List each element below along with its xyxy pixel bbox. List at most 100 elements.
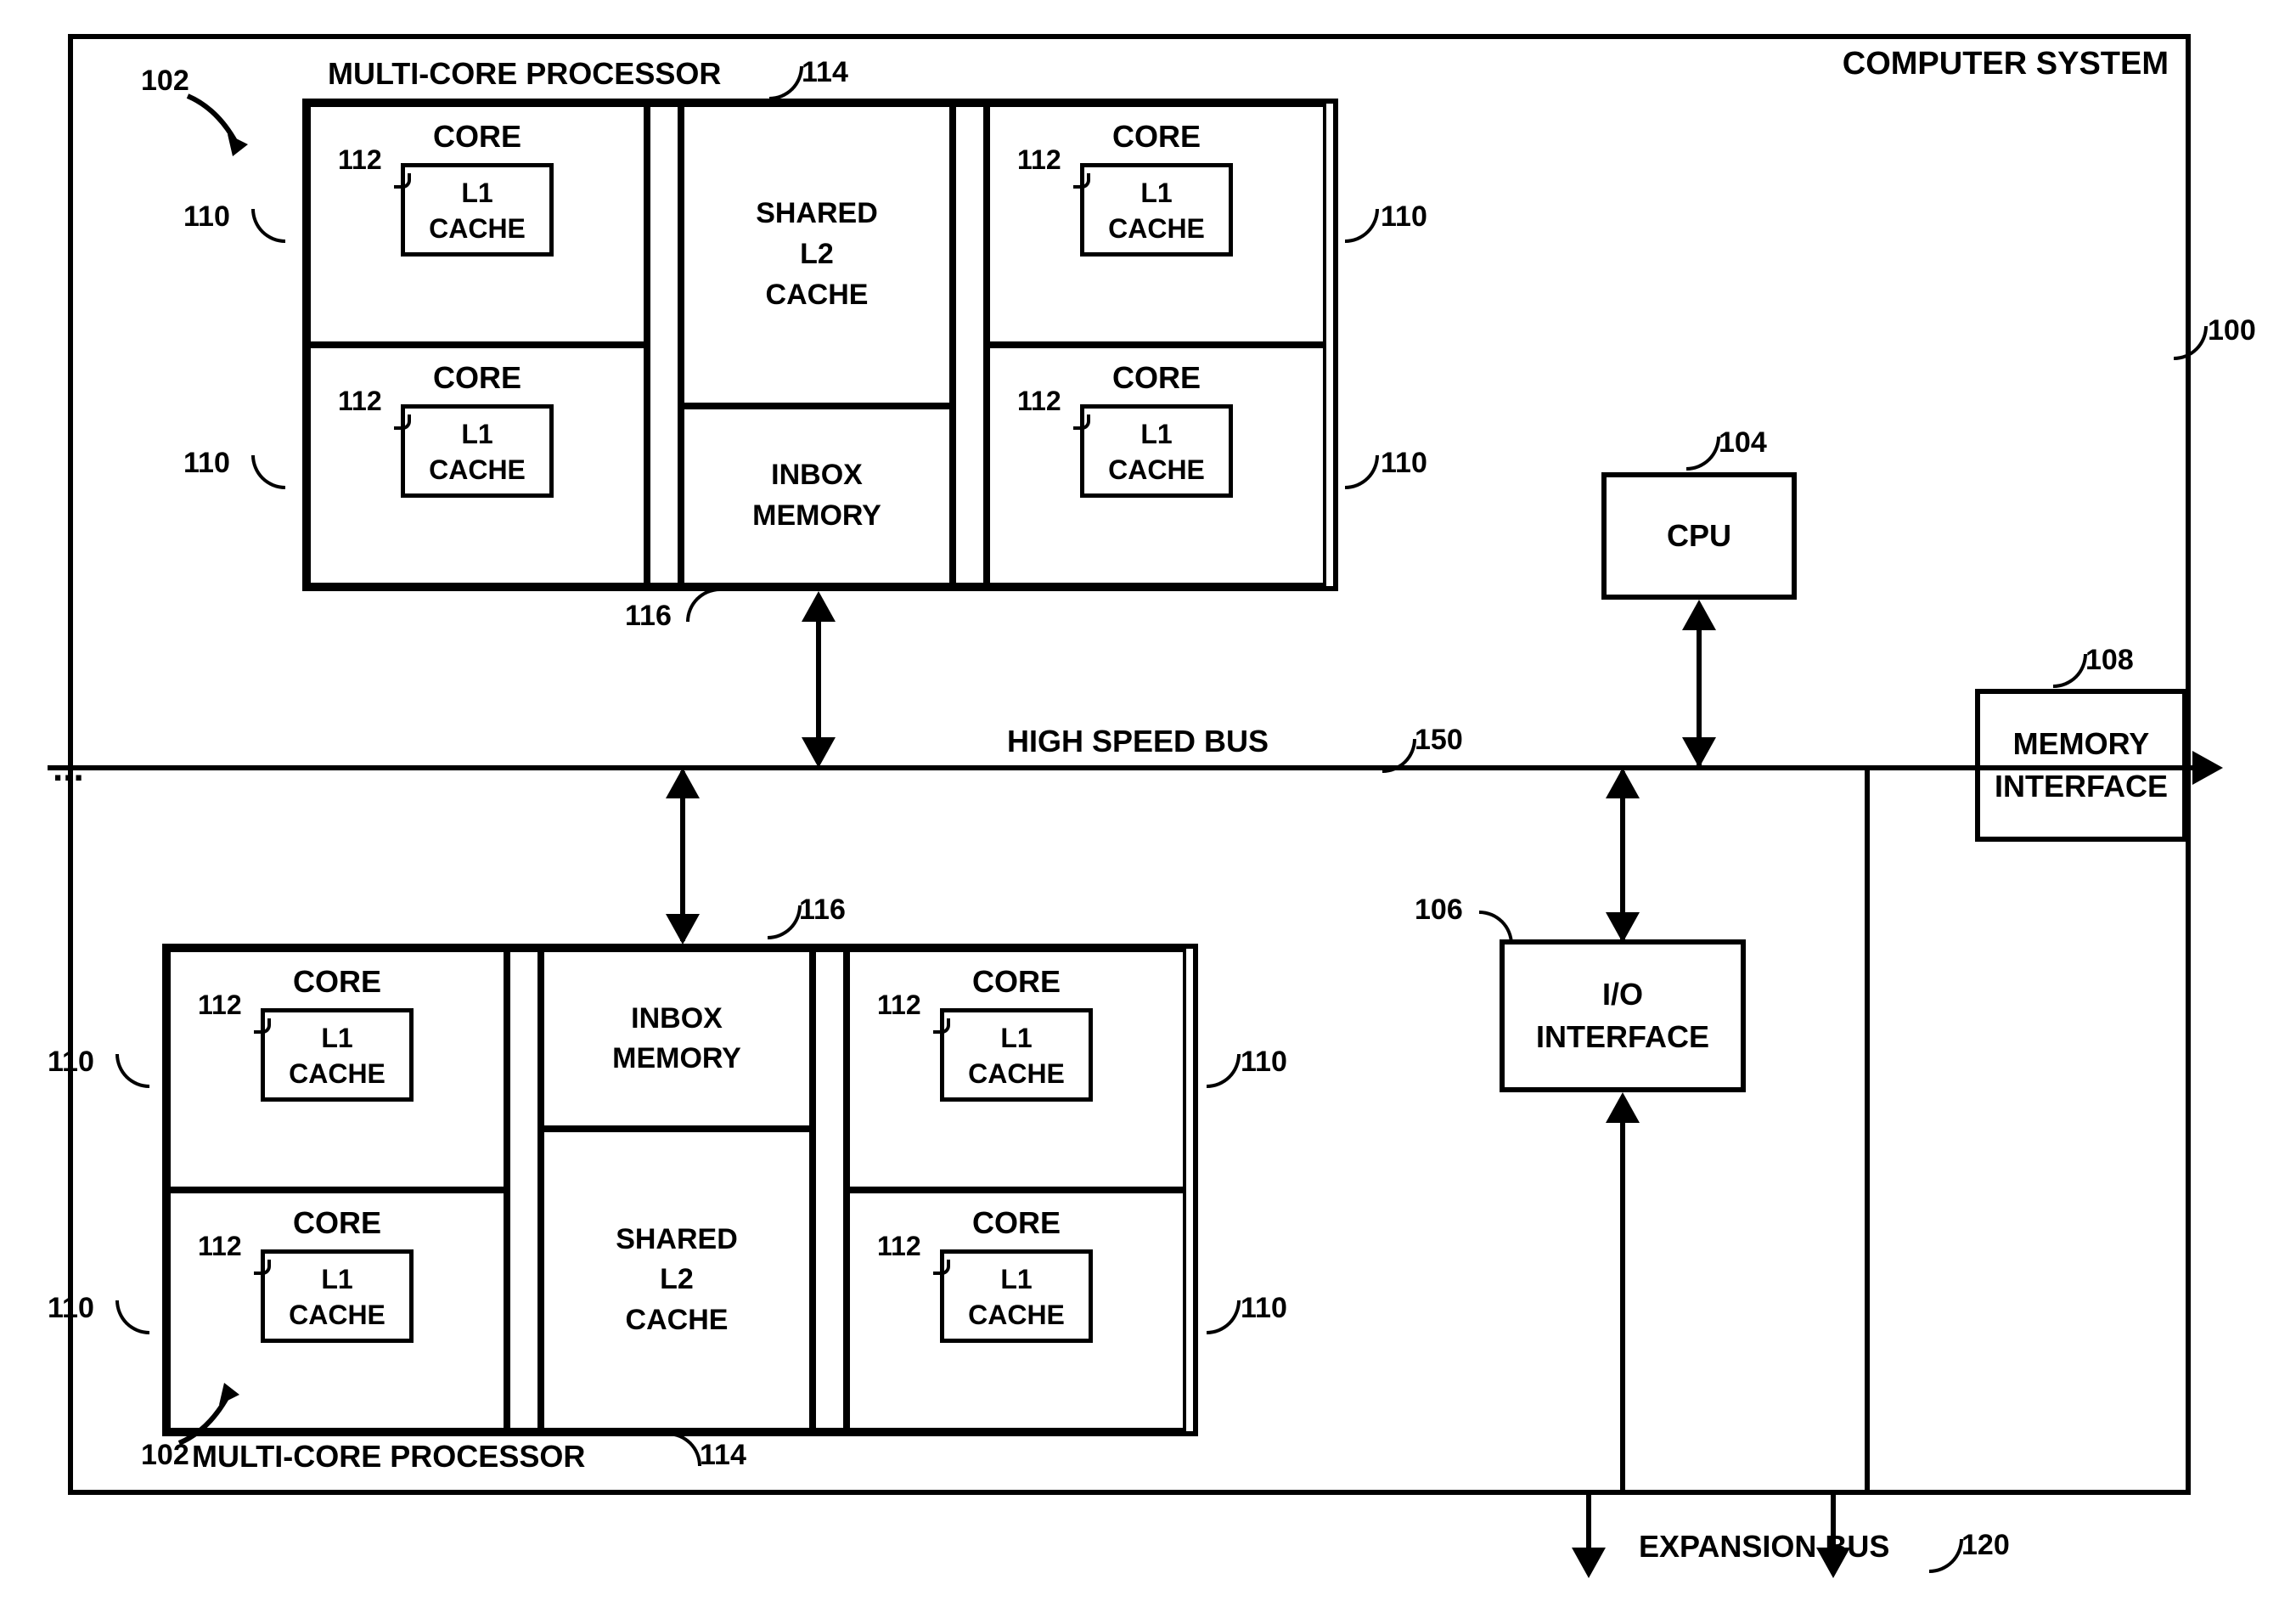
ref-100: 100 [2208,314,2256,347]
ref-112: 112 [1017,386,1061,417]
l1-cache-box: L1 CACHE [1080,404,1233,498]
proc-top-grid: CORE 112 L1 CACHE SHARED L2 CACHE INBOX … [307,104,1333,586]
core-box: CORE 112 L1 CACHE [847,949,1186,1190]
ref-116: 116 [625,600,672,633]
hook-icon [1479,911,1513,945]
proc-top-label: MULTI-CORE PROCESSOR [328,56,721,92]
hook-icon [251,209,285,243]
io-interface-box: I/O INTERFACE [1500,939,1746,1092]
curved-arrow-icon [175,1379,243,1447]
hook-icon [667,1432,701,1466]
hook-icon [1345,209,1379,243]
conn-io-down [1620,1097,1625,1495]
gap-col [813,949,847,1431]
hook-icon [768,905,802,939]
hook-icon [115,1300,149,1334]
proc-bot-label: MULTI-CORE PROCESSOR [192,1439,585,1475]
hook-icon [769,66,803,100]
l1-cache-box: L1 CACHE [401,163,554,257]
l2-cache-box: SHARED L2 CACHE [541,1129,813,1431]
inbox-memory-box: INBOX MEMORY [541,949,813,1129]
conn-sys-down [1865,770,1870,1495]
arrow-up-icon [1606,768,1640,798]
l1-cache-box: L1 CACHE [940,1249,1093,1343]
ref-112: 112 [198,1231,242,1262]
inbox-memory-box: INBOX MEMORY [681,406,953,586]
ref-114: 114 [802,56,848,89]
ref-114: 114 [700,1439,746,1472]
l2-label: SHARED L2 CACHE [756,194,878,315]
gap-col [647,104,681,586]
hook-icon [2174,326,2208,360]
hook-icon [1686,437,1720,471]
arrow-down-icon [802,737,836,768]
processor-bottom: CORE 112 L1 CACHE INBOX MEMORY SHARED L2… [162,944,1198,1436]
core-box: CORE 112 L1 CACHE [987,104,1326,345]
ref-112: 112 [338,144,382,176]
ref-110: 110 [48,1292,94,1325]
proc-bot-grid: CORE 112 L1 CACHE INBOX MEMORY SHARED L2… [167,949,1193,1431]
core-box: CORE 112 L1 CACHE [167,949,507,1190]
arrow-down-icon [1682,737,1716,768]
l2-label: SHARED L2 CACHE [616,1220,738,1341]
inbox-label: INBOX MEMORY [752,455,881,536]
l1-label: L1 CACHE [289,1023,385,1089]
ref-112: 112 [1017,144,1061,176]
ref-150: 150 [1415,724,1463,757]
ref-110: 110 [183,200,230,234]
ref-112: 112 [198,990,242,1021]
arrow-down-icon [1606,912,1640,943]
ref-108: 108 [2085,644,2134,677]
ref-104: 104 [1719,426,1767,460]
ref-106: 106 [1415,894,1463,927]
l1-cache-box: L1 CACHE [401,404,554,498]
mem-right-stub [2187,765,2206,770]
l1-label: L1 CACHE [429,419,526,485]
arrow-up-icon [1682,600,1716,630]
ref-110: 110 [1241,1046,1287,1079]
hook-icon [1345,455,1379,489]
arrow-down-icon [1572,1548,1606,1578]
mid-col-top: SHARED L2 CACHE INBOX MEMORY [681,104,953,586]
hook-icon [115,1054,149,1088]
ref-112: 112 [338,386,382,417]
ref-102: 102 [141,65,189,98]
gap-col [507,949,541,1431]
io-label: I/O INTERFACE [1536,973,1709,1059]
hook-icon [1207,1300,1241,1334]
expansion-bus-label: EXPANSION BUS [1639,1529,1889,1565]
ref-110: 110 [48,1046,94,1079]
core-box: CORE 112 L1 CACHE [307,104,647,345]
l1-label: L1 CACHE [968,1023,1065,1089]
ellipsis-icon: ... [53,747,84,790]
ref-112: 112 [877,990,921,1021]
inbox-label: INBOX MEMORY [612,999,741,1080]
arrow-up-icon [802,591,836,622]
l2-cache-box: SHARED L2 CACHE [681,104,953,406]
exp-line-left [1586,1495,1591,1554]
l1-label: L1 CACHE [1108,419,1205,485]
l1-cache-box: L1 CACHE [261,1249,414,1343]
arrow-down-icon [666,914,700,945]
l1-label: L1 CACHE [429,178,526,244]
l1-label: L1 CACHE [289,1264,385,1330]
hook-icon [1207,1054,1241,1088]
hook-icon [251,455,285,489]
mid-col-bot: INBOX MEMORY SHARED L2 CACHE [541,949,813,1431]
ref-110: 110 [183,447,230,480]
gap-col [953,104,987,586]
ref-110: 110 [1381,200,1427,234]
hook-icon [686,588,720,622]
ref-120: 120 [1961,1529,2010,1562]
ref-112: 112 [877,1231,921,1262]
arrow-up-icon [666,768,700,798]
core-box: CORE 112 L1 CACHE [987,345,1326,586]
cpu-box: CPU [1601,472,1797,600]
l1-cache-box: L1 CACHE [1080,163,1233,257]
l1-label: L1 CACHE [1108,178,1205,244]
l1-cache-box: L1 CACHE [261,1008,414,1102]
core-box: CORE 112 L1 CACHE [307,345,647,586]
core-box: CORE 112 L1 CACHE [847,1190,1186,1431]
hook-icon [1929,1539,1963,1573]
bus-label: HIGH SPEED BUS [1007,724,1269,759]
